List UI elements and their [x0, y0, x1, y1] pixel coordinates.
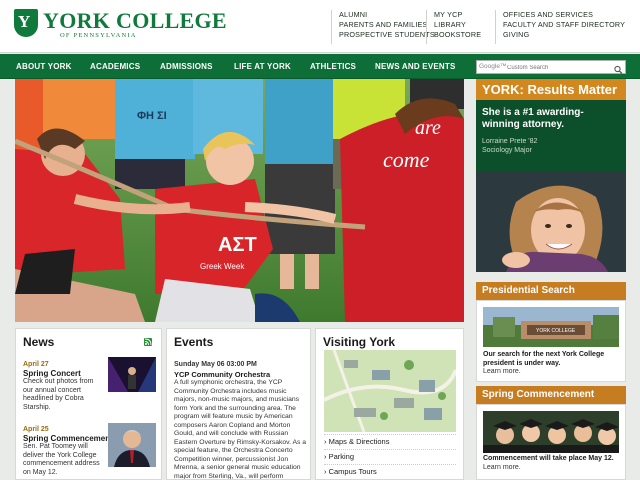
- google-label: Google™: [479, 63, 507, 70]
- tug-of-war-image: ΑΣΤ Greek Week ΦΗ ΣΙ are come: [15, 79, 464, 322]
- shield-logo-icon: Y: [14, 9, 38, 37]
- search-icon[interactable]: [613, 62, 624, 75]
- nav-academics[interactable]: ACADEMICS: [90, 62, 140, 71]
- spring-commencement-box: Commencement will take place May 12. Lea…: [476, 404, 626, 480]
- event-title[interactable]: YCP Community Orchestra: [174, 370, 270, 379]
- presidential-search-header[interactable]: Presidential Search: [476, 282, 626, 300]
- campus-map-image: [324, 350, 456, 432]
- campus-tours-link[interactable]: › Campus Tours: [324, 464, 456, 476]
- news-item[interactable]: April 27 Spring Concert Check out photos…: [23, 361, 105, 412]
- event-body: A full symphonic orchestra, the YCP Comm…: [174, 379, 307, 480]
- graduates-image: [483, 411, 619, 453]
- senator-thumbnail[interactable]: [108, 423, 156, 467]
- nav-about-york[interactable]: ABOUT YORK: [16, 62, 72, 71]
- results-quote-box[interactable]: She is a #1 awarding-winning attorney. L…: [476, 100, 626, 172]
- results-headline: Results Matter: [527, 82, 618, 97]
- link-bookstore[interactable]: BOOKSTORE: [434, 30, 494, 40]
- news-headline[interactable]: Spring Concert: [23, 369, 105, 378]
- nav-life-at-york[interactable]: LIFE AT YORK: [234, 62, 291, 71]
- concert-image: [108, 357, 156, 392]
- nav-news-events[interactable]: NEWS AND EVENTS: [375, 62, 456, 71]
- nav-athletics[interactable]: ATHLETICS: [310, 62, 356, 71]
- parking-link[interactable]: › Parking: [324, 449, 456, 461]
- link-offices-services[interactable]: OFFICES AND SERVICES: [503, 10, 640, 20]
- commencement-learn-more-link[interactable]: Learn more.: [483, 464, 521, 471]
- rss-icon[interactable]: [144, 338, 152, 346]
- senator-image: [108, 423, 156, 467]
- logo-name: YORK COLLEGE: [43, 8, 227, 33]
- news-body: Check out photos from our annual concert…: [23, 378, 94, 411]
- link-library[interactable]: LIBRARY: [434, 20, 494, 30]
- presidential-search-image[interactable]: YORK COLLEGE: [483, 307, 619, 347]
- header-links-col2: MY YCP LIBRARY BOOKSTORE: [426, 10, 494, 44]
- parking-label: Parking: [328, 452, 355, 461]
- news-headline[interactable]: Spring Commencement: [23, 434, 113, 443]
- results-quote: She is a #1 awarding-winning attorney.: [482, 107, 584, 130]
- news-date: April 25: [23, 426, 49, 433]
- results-person: Lorraine Prete '82: [482, 138, 538, 145]
- hero-shirt-text-3: ΦΗ ΣΙ: [137, 110, 167, 122]
- hero-shirt-text-2: Greek Week: [200, 262, 245, 271]
- link-my-ycp[interactable]: MY YCP: [434, 10, 494, 20]
- maps-directions-label: Maps & Directions: [328, 437, 390, 446]
- nav-admissions[interactable]: ADMISSIONS: [160, 62, 213, 71]
- link-prospective-students[interactable]: PROSPECTIVE STUDENTS: [339, 30, 435, 40]
- campus-map[interactable]: [324, 350, 456, 432]
- portrait-image: [476, 172, 626, 272]
- presidential-learn-more-link[interactable]: Learn more.: [483, 368, 521, 375]
- events-panel: Events Sunday May 06 03:00 PM YCP Commun…: [166, 328, 311, 480]
- results-matter-header: YORK: Results Matter: [476, 79, 626, 100]
- visiting-york-panel: Visiting York › Maps & Directions › Park…: [315, 328, 464, 480]
- events-title: Events: [174, 335, 214, 349]
- site-header: Y YORK COLLEGE OF PENNSYLVANIA ALUMNI PA…: [0, 0, 640, 53]
- news-date: April 27: [23, 361, 49, 368]
- link-parents-families[interactable]: PARENTS AND FAMILIES: [339, 20, 427, 30]
- commencement-text: Commencement will take place May 12.: [483, 455, 614, 462]
- spring-commencement-header[interactable]: Spring Commencement: [476, 386, 626, 404]
- link-giving[interactable]: GIVING: [503, 30, 640, 40]
- college-logo[interactable]: Y YORK COLLEGE OF PENNSYLVANIA: [14, 8, 227, 43]
- search-box: Google™: [476, 60, 626, 75]
- news-body: Sen. Pat Toomey will deliver the York Co…: [23, 443, 100, 476]
- search-input[interactable]: [507, 62, 607, 73]
- header-links-col1: ALUMNI PARENTS AND FAMILIES PROSPECTIVE …: [331, 10, 435, 44]
- alumna-portrait[interactable]: [476, 172, 626, 272]
- results-major: Sociology Major: [482, 147, 532, 154]
- link-alumni[interactable]: ALUMNI: [339, 10, 421, 20]
- header-links-col3: OFFICES AND SERVICES FACULTY AND STAFF D…: [495, 10, 640, 44]
- concert-thumbnail[interactable]: [108, 357, 156, 392]
- news-panel: News April 27 Spring Concert Check out p…: [15, 328, 162, 480]
- presidential-search-text: Our search for the next York College pre…: [483, 351, 605, 367]
- hero-shirt-text-1: ΑΣΤ: [218, 234, 257, 256]
- presidential-search-box: YORK COLLEGE Our search for the next Yor…: [476, 300, 626, 382]
- link-faculty-staff-directory[interactable]: FACULTY AND STAFF DIRECTORY: [503, 20, 640, 30]
- news-title: News: [23, 335, 55, 349]
- event-date: Sunday May 06 03:00 PM: [174, 361, 257, 368]
- hero-shirt-text-5: come: [383, 147, 430, 172]
- results-brand: YORK:: [482, 82, 524, 97]
- visiting-title: Visiting York: [323, 335, 396, 349]
- sign-text: YORK COLLEGE: [536, 328, 576, 334]
- hero-photo[interactable]: ΑΣΤ Greek Week ΦΗ ΣΙ are come: [15, 79, 464, 322]
- news-item[interactable]: April 25 Spring Commencement Sen. Pat To…: [23, 426, 113, 477]
- maps-directions-link[interactable]: › Maps & Directions: [324, 434, 456, 446]
- campus-tours-label: Campus Tours: [328, 467, 377, 476]
- campus-sign-image: YORK COLLEGE: [483, 307, 619, 347]
- logo-subtitle: OF PENNSYLVANIA: [60, 32, 137, 39]
- commencement-image[interactable]: [483, 411, 619, 453]
- hero-shirt-text-4: are: [415, 117, 441, 139]
